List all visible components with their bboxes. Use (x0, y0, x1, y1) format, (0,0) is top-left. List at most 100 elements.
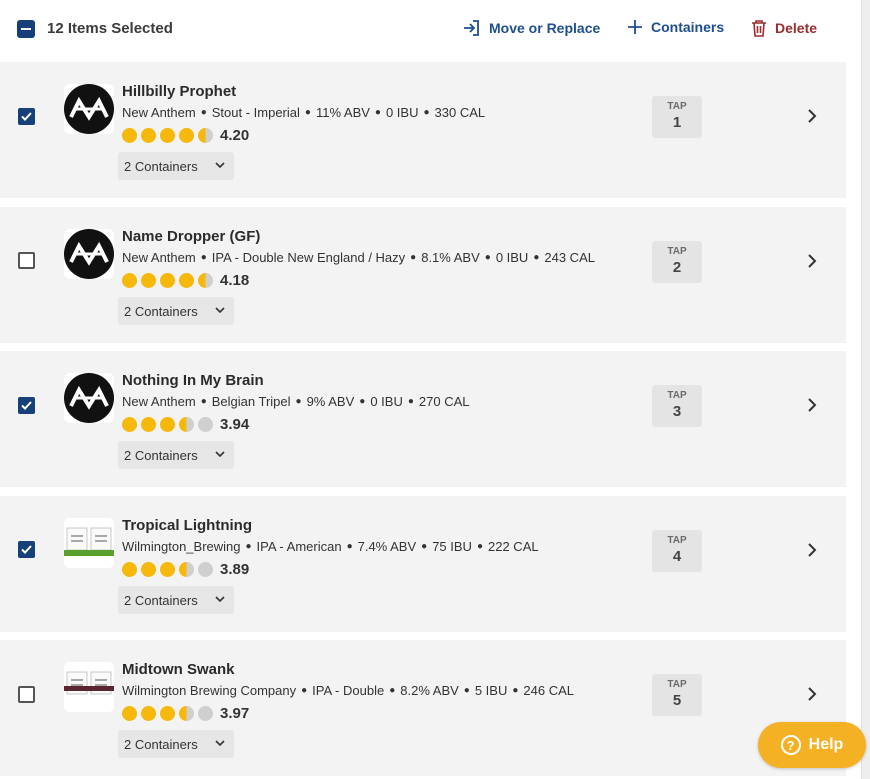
chevron-down-icon (215, 740, 225, 747)
beer-list-item[interactable]: Tropical Lightning Wilmington_Brewing ● I… (0, 496, 846, 632)
star-icon (160, 706, 175, 721)
chevron-right-icon[interactable] (806, 686, 818, 702)
checkmark-icon (21, 401, 32, 410)
rating-value: 3.97 (220, 705, 250, 722)
item-checkbox[interactable] (18, 541, 35, 558)
rating: 3.89 (122, 561, 249, 578)
rating: 4.20 (122, 127, 249, 144)
beer-abv: 8.2% ABV (400, 683, 459, 698)
containers-dropdown[interactable]: 2 Containers (118, 730, 234, 758)
star-icon (198, 128, 213, 143)
beer-meta: New Anthem ● Belgian Tripel ● 9% ABV ● 0 IB… (122, 394, 470, 409)
brewery-name: New Anthem (122, 250, 196, 265)
beer-cal: 270 CAL (418, 394, 470, 409)
rating: 4.18 (122, 272, 249, 289)
chevron-right-icon[interactable] (806, 542, 818, 558)
delete-label: Delete (775, 20, 818, 36)
star-icon (198, 706, 213, 721)
tap-badge: TAP 1 (652, 96, 702, 138)
trash-icon (752, 20, 766, 37)
beer-name[interactable]: Tropical Lightning (122, 517, 252, 534)
beer-list-item[interactable]: Nothing In My Brain New Anthem ● Belgian … (0, 351, 846, 487)
containers-count: 2 Containers (124, 158, 198, 174)
select-all-checkbox[interactable] (17, 20, 35, 38)
containers-dropdown[interactable]: 2 Containers (118, 586, 234, 614)
star-icon (141, 706, 156, 721)
tap-label: TAP (667, 101, 687, 112)
beer-abv: 11% ABV (315, 105, 370, 120)
chevron-right-icon[interactable] (806, 253, 818, 269)
delete-button[interactable]: Delete (751, 19, 817, 37)
beer-ibu: 0 IBU (495, 250, 529, 265)
item-checkbox[interactable] (18, 397, 35, 414)
beer-list-item[interactable]: Midtown Swank Wilmington Brewing Company… (0, 640, 846, 776)
beer-cal: 222 CAL (488, 539, 539, 554)
beer-ibu: 75 IBU (432, 539, 472, 554)
beer-cal: 243 CAL (544, 250, 595, 265)
star-icon (198, 273, 213, 288)
brewery-name: Wilmington Brewing Company (122, 683, 297, 698)
tap-number: 1 (672, 114, 682, 131)
chevron-right-icon[interactable] (806, 397, 818, 413)
containers-dropdown[interactable]: 2 Containers (118, 441, 234, 469)
beer-name[interactable]: Name Dropper (GF) (122, 228, 260, 245)
tap-badge: TAP 5 (652, 674, 702, 716)
star-icon (141, 273, 156, 288)
rating-value: 4.20 (220, 127, 250, 144)
rating-value: 3.89 (220, 561, 250, 578)
beer-meta: Wilmington_Brewing ● IPA - American ● 7.4%… (122, 539, 539, 554)
containers-button[interactable]: Containers (627, 19, 724, 35)
tap-number: 4 (672, 548, 682, 565)
star-icon (141, 562, 156, 577)
brewery-name: Wilmington_Brewing (122, 539, 241, 554)
brewery-logo (64, 662, 114, 712)
chevron-right-icon[interactable] (806, 108, 818, 124)
help-button[interactable]: ? Help (758, 722, 866, 768)
item-checkbox[interactable] (18, 108, 35, 125)
checkmark-icon (21, 545, 32, 554)
move-or-replace-button[interactable]: Move or Replace (463, 19, 600, 37)
item-checkbox[interactable] (18, 686, 35, 703)
brewery-logo (64, 229, 114, 279)
beer-ibu: 0 IBU (370, 394, 403, 409)
rating: 3.94 (122, 416, 249, 433)
beer-list-item[interactable]: Hillbilly Prophet New Anthem ● Stout - Im… (0, 62, 846, 198)
beer-name[interactable]: Midtown Swank (122, 661, 235, 678)
brewery-name: New Anthem (122, 105, 196, 120)
chevron-down-icon (215, 451, 225, 458)
containers-dropdown[interactable]: 2 Containers (118, 152, 234, 180)
beer-name[interactable]: Hillbilly Prophet (122, 83, 236, 100)
beer-cal: 330 CAL (434, 105, 486, 120)
item-checkbox[interactable] (18, 252, 35, 269)
rating-value: 4.18 (220, 272, 250, 289)
tap-label: TAP (667, 535, 687, 546)
beer-ibu: 5 IBU (474, 683, 508, 698)
chevron-down-icon (215, 307, 225, 314)
star-icon (122, 273, 137, 288)
beer-style: Stout - Imperial (211, 105, 300, 120)
star-icon (160, 273, 175, 288)
plus-icon (628, 20, 642, 34)
scrollbar-track[interactable] (861, 0, 870, 779)
selected-count: 12 Items Selected (47, 20, 173, 37)
star-icon (179, 273, 194, 288)
tap-badge: TAP 2 (652, 241, 702, 283)
star-icon (122, 706, 137, 721)
star-icon (141, 128, 156, 143)
beer-name[interactable]: Nothing In My Brain (122, 372, 264, 389)
rating-value: 3.94 (220, 416, 250, 433)
brewery-logo (64, 373, 114, 423)
star-icon (160, 417, 175, 432)
beer-list-item[interactable]: Name Dropper (GF) New Anthem ● IPA - Doub… (0, 207, 846, 343)
star-icon (122, 562, 137, 577)
tap-badge: TAP 3 (652, 385, 702, 427)
containers-dropdown[interactable]: 2 Containers (118, 297, 234, 325)
selection-header: 12 Items Selected Move or Replace Contai… (0, 0, 846, 60)
beer-style: IPA - Double (312, 683, 385, 698)
checkmark-icon (21, 112, 32, 121)
tap-label: TAP (667, 246, 687, 257)
star-icon (198, 562, 213, 577)
help-label: Help (808, 736, 844, 753)
star-icon (179, 562, 194, 577)
beer-abv: 7.4% ABV (357, 539, 417, 554)
